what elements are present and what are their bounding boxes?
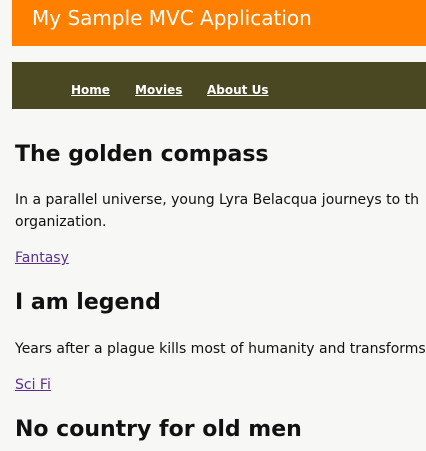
movie-description: Years after a plague kills most of human… [15,338,426,360]
movie-description: In a parallel universe, young Lyra Belac… [15,189,426,233]
nav-link-home[interactable]: Home [71,83,110,97]
movie-title: The golden compass [15,142,269,167]
main-nav: Home Movies About Us [12,62,426,109]
site-header: My Sample MVC Application [12,0,426,46]
movie-description-line: In a parallel universe, young Lyra Belac… [15,192,420,208]
movie-title: I am legend [15,290,161,315]
genre-link-sci-fi[interactable]: Sci Fi [15,376,51,394]
movie-description-line: organization. [15,214,107,230]
nav-link-about-us[interactable]: About Us [207,83,268,97]
nav-link-movies[interactable]: Movies [135,83,182,97]
movie-description-line: Years after a plague kills most of human… [15,341,426,357]
movie-title: No country for old men [15,417,302,442]
genre-link-fantasy[interactable]: Fantasy [15,249,69,267]
site-title: My Sample MVC Application [32,6,312,30]
